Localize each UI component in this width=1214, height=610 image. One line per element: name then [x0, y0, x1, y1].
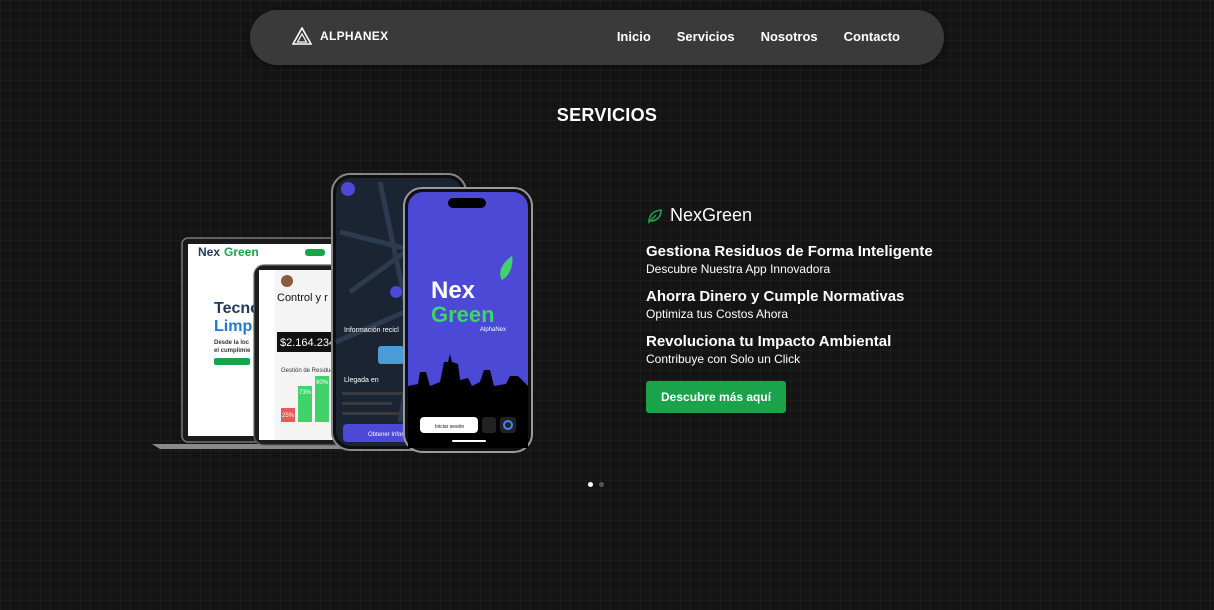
- nav-link-nosotros[interactable]: Nosotros: [761, 29, 818, 44]
- svg-text:Llegada en: Llegada en: [344, 377, 379, 384]
- leaf-icon: [648, 208, 662, 224]
- product-info: NexGreen Gestiona Residuos de Forma Inte…: [646, 205, 933, 413]
- feature-title-1: Gestiona Residuos de Forma Inteligente: [646, 243, 933, 260]
- svg-text:73%: 73%: [299, 390, 312, 396]
- feature-subtitle-2: Optimiza tus Costos Ahora: [646, 307, 789, 321]
- svg-text:Green: Green: [224, 245, 259, 259]
- svg-text:Green: Green: [431, 302, 495, 327]
- feature-subtitle-3: Contribuye con Solo un Click: [646, 352, 801, 366]
- carousel-dot-1[interactable]: [588, 482, 593, 487]
- brand-name: ALPHANEX: [320, 29, 389, 43]
- svg-text:Limpi: Limpi: [214, 318, 257, 335]
- alphanex-logo-icon: [292, 27, 312, 45]
- svg-text:25%: 25%: [282, 413, 295, 419]
- feature-title-2: Ahorra Dinero y Cumple Normativas: [646, 288, 905, 305]
- svg-text:el cumplimie: el cumplimie: [214, 348, 251, 354]
- svg-text:$2.164.234: $2.164.234: [280, 337, 335, 349]
- navbar: ALPHANEX Inicio Servicios Nosotros Conta…: [250, 10, 944, 65]
- svg-text:AlphaNex: AlphaNex: [480, 327, 506, 333]
- svg-text:Información recicl: Información recicl: [344, 327, 399, 334]
- carousel-dot-2[interactable]: [599, 482, 604, 487]
- nav-link-contacto[interactable]: Contacto: [844, 29, 900, 44]
- svg-text:Obtener Infor: Obtener Infor: [368, 432, 403, 438]
- svg-text:Iniciar sesión: Iniciar sesión: [435, 424, 464, 430]
- discover-more-button[interactable]: Descubre más aquí: [646, 381, 787, 413]
- svg-text:Tecno: Tecno: [214, 300, 260, 317]
- svg-text:Gestión de Residuos: Gestión de Residuos: [281, 368, 337, 374]
- product-name: NexGreen: [670, 205, 753, 225]
- nav-links: Inicio Servicios Nosotros Contacto: [617, 29, 900, 44]
- carousel-indicators: [588, 482, 604, 487]
- nav-link-servicios[interactable]: Servicios: [677, 29, 735, 44]
- section-title: SERVICIOS: [556, 105, 658, 125]
- svg-text:Control y r: Control y r: [277, 292, 328, 304]
- svg-text:Nex: Nex: [431, 277, 476, 304]
- svg-text:Nex: Nex: [198, 245, 220, 259]
- feature-title-3: Revoluciona tu Impacto Ambiental: [646, 333, 892, 350]
- product-mockup-image: Nex Green Tecno Limpi Desde la loc el cu…: [152, 173, 533, 453]
- product-brand: NexGreen: [646, 205, 933, 226]
- svg-text:90%: 90%: [316, 380, 329, 386]
- brand[interactable]: ALPHANEX: [292, 27, 388, 45]
- feature-subtitle-1: Descubre Nuestra App Innovadora: [646, 262, 831, 276]
- svg-text:Desde la loc: Desde la loc: [214, 340, 250, 346]
- nav-link-inicio[interactable]: Inicio: [617, 29, 651, 44]
